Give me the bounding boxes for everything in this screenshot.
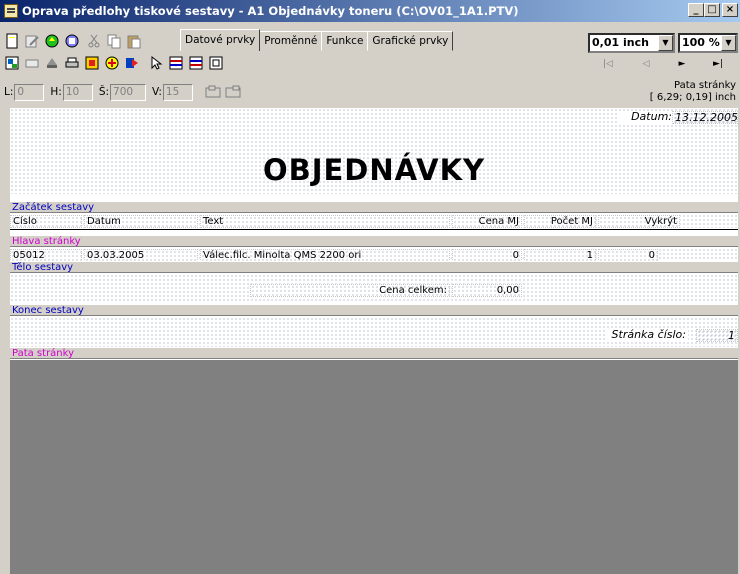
header-divider: [10, 229, 738, 230]
print-icon[interactable]: [62, 53, 82, 73]
next-record-button[interactable]: ►: [664, 55, 700, 73]
width-field[interactable]: 700: [110, 83, 147, 101]
report-page[interactable]: Datum: 13.12.2005 OBJEDNÁVKY Začátek ses…: [10, 108, 738, 360]
stamp-icon[interactable]: [42, 53, 62, 73]
edit-icon[interactable]: [22, 31, 42, 51]
total-value[interactable]: 0,00: [452, 284, 522, 297]
page-number-label[interactable]: Stránka číslo:: [606, 329, 688, 342]
title-bar: Oprava předlohy tiskové sestavy - A1 Obj…: [0, 0, 740, 22]
zoom-select[interactable]: 100 % ▼: [678, 33, 738, 53]
band-report-header[interactable]: Začátek sestavy: [10, 201, 738, 213]
cut-icon[interactable]: [84, 31, 104, 51]
selection-name: Pata stránky: [674, 80, 736, 91]
band-body[interactable]: Tělo sestavy: [10, 261, 738, 273]
tab-data-fields[interactable]: Datové prvky: [180, 29, 261, 51]
close-button[interactable]: ×: [722, 3, 738, 17]
top-label: V:: [152, 86, 162, 98]
tab-functions[interactable]: Funkce: [321, 31, 369, 51]
window-controls: _ □ ×: [688, 3, 738, 17]
height-label: H:: [50, 86, 62, 98]
chevron-down-icon[interactable]: ▼: [658, 35, 673, 51]
eraser-icon[interactable]: [22, 53, 42, 73]
minimize-button[interactable]: _: [688, 3, 704, 17]
save-icon[interactable]: [42, 31, 62, 51]
height-field[interactable]: 10: [62, 83, 93, 101]
zoom-select-value: 100 %: [682, 36, 720, 49]
chevron-down-icon[interactable]: ▼: [721, 35, 736, 51]
pointer-icon[interactable]: [146, 53, 166, 73]
preview-icon[interactable]: [2, 53, 22, 73]
prev-record-button[interactable]: ◁: [628, 55, 664, 73]
col-header-datum[interactable]: Datum: [84, 215, 198, 228]
total-label[interactable]: Cena celkem:: [250, 284, 450, 297]
selection-position: [ 6,29; 0,19] inch: [649, 92, 736, 103]
band-page-header[interactable]: Hlava stránky: [10, 235, 738, 247]
new-icon[interactable]: [2, 31, 22, 51]
band-page-footer[interactable]: Pata stránky: [10, 347, 738, 359]
left-label: L:: [4, 86, 14, 98]
unit-select-value: 0,01 inch: [592, 36, 649, 49]
tab-bar: Datové prvky Proměnné Funkce Grafické pr…: [180, 29, 454, 51]
insert-icon[interactable]: [122, 53, 142, 73]
page-number-value[interactable]: 1: [696, 329, 738, 342]
left-field[interactable]: 0: [14, 83, 45, 101]
date-value[interactable]: 13.12.2005: [672, 111, 738, 124]
report-canvas[interactable]: Datum: 13.12.2005 OBJEDNÁVKY Začátek ses…: [10, 108, 738, 574]
copy-icon[interactable]: [104, 31, 124, 51]
first-record-button[interactable]: |◁: [590, 55, 626, 73]
band2-icon[interactable]: [186, 53, 206, 73]
band-report-footer[interactable]: Konec sestavy: [10, 304, 738, 316]
mini-toolbar-icon[interactable]: [205, 85, 243, 99]
selection-info: Pata stránky [ 6,29; 0,19] inch: [650, 80, 736, 104]
top-field[interactable]: 15: [162, 83, 193, 101]
col-header-pocet[interactable]: Počet MJ: [524, 215, 596, 228]
report-title[interactable]: OBJEDNÁVKY: [10, 154, 738, 186]
band-icon[interactable]: [166, 53, 186, 73]
unit-select[interactable]: 0,01 inch ▼: [588, 33, 675, 53]
maximize-button[interactable]: □: [704, 3, 720, 17]
col-header-vykryt[interactable]: Vykrýt: [598, 215, 680, 228]
last-record-button[interactable]: ►|: [700, 55, 736, 73]
field-icon[interactable]: [206, 53, 226, 73]
col-header-text[interactable]: Text: [200, 215, 450, 228]
width-label: Š:: [98, 86, 110, 98]
save-as-icon[interactable]: [62, 31, 82, 51]
date-label[interactable]: Datum:: [618, 111, 674, 124]
tab-variables[interactable]: Proměnné: [259, 31, 323, 51]
align-icon[interactable]: [102, 53, 122, 73]
window-title: Oprava předlohy tiskové sestavy - A1 Obj…: [22, 4, 519, 18]
col-header-cislo[interactable]: Číslo: [10, 215, 82, 228]
paste-icon[interactable]: [124, 31, 144, 51]
tab-graphic-elements[interactable]: Grafické prvky: [367, 31, 454, 51]
col-header-cena[interactable]: Cena MJ: [452, 215, 522, 228]
position-fields: L: 0 H: 10 Š: 700 V: 15: [4, 83, 243, 101]
properties-icon[interactable]: [82, 53, 102, 73]
app-icon: [4, 4, 18, 18]
